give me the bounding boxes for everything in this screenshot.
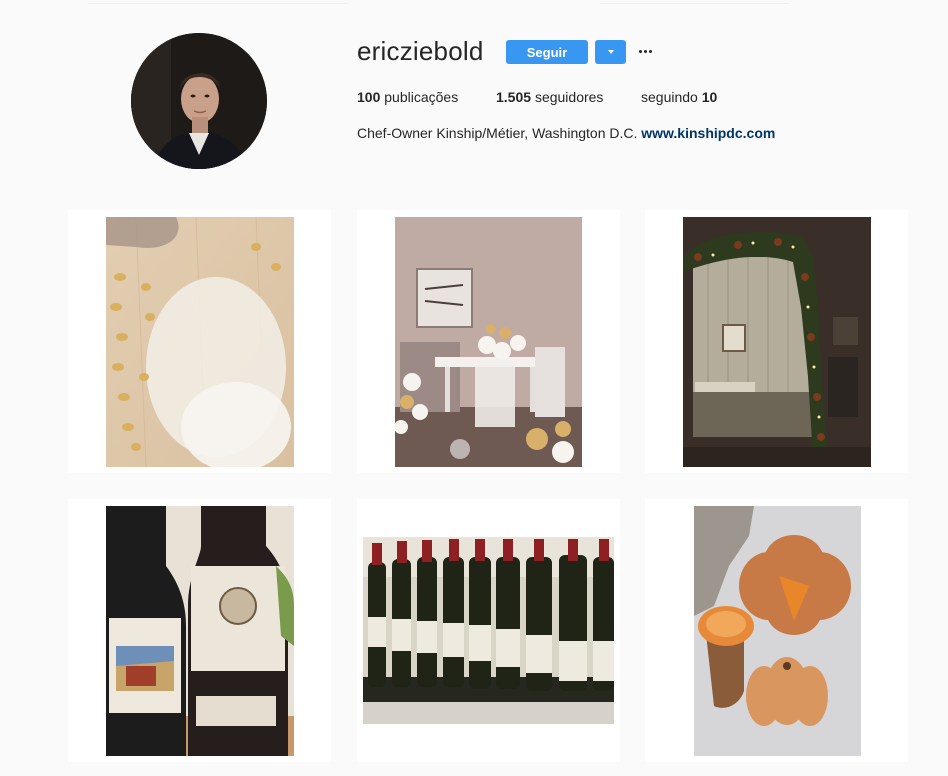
top-divider-right xyxy=(600,0,790,4)
posts-count: 100 xyxy=(357,89,381,105)
username: ericziebold xyxy=(357,36,484,66)
avatar[interactable] xyxy=(131,33,267,169)
profile-bio: Chef-Owner Kinship/Métier, Washington D.… xyxy=(357,125,775,141)
post-image-wine-bottles-row xyxy=(363,537,614,724)
followers-label: seguidores xyxy=(534,89,604,105)
ellipsis-icon xyxy=(638,49,652,53)
follow-button[interactable]: Seguir xyxy=(506,40,588,64)
post-tile[interactable] xyxy=(357,210,620,473)
post-image-dining-room-with-balloons xyxy=(395,217,582,467)
post-image-pumpkins-and-squash xyxy=(694,506,861,756)
avatar-photo xyxy=(131,33,267,169)
post-tile[interactable] xyxy=(645,499,908,762)
post-tile[interactable] xyxy=(357,499,620,762)
more-options-button[interactable] xyxy=(635,42,655,60)
chevron-down-icon xyxy=(607,50,614,54)
following-label: seguindo xyxy=(641,89,698,105)
posts-label: publicações xyxy=(384,89,459,105)
post-tile[interactable] xyxy=(68,499,331,762)
suggestions-dropdown-button[interactable] xyxy=(595,40,626,64)
followers-stat[interactable]: 1.505 seguidores xyxy=(496,89,603,105)
following-stat[interactable]: seguindo 10 xyxy=(641,89,717,105)
post-tile[interactable] xyxy=(645,210,908,473)
post-tile[interactable] xyxy=(68,210,331,473)
followers-count: 1.505 xyxy=(496,89,532,105)
post-image-holiday-garland-archway xyxy=(683,217,871,467)
post-image-wine-bottles-pair xyxy=(106,506,294,756)
bio-link[interactable]: www.kinshipdc.com xyxy=(641,125,775,141)
following-count: 10 xyxy=(701,89,718,105)
post-image-pasta-and-flour xyxy=(106,217,294,467)
top-divider-left xyxy=(88,0,348,4)
posts-stat: 100 publicações xyxy=(357,89,458,105)
bio-text: Chef-Owner Kinship/Métier, Washington D.… xyxy=(357,125,638,141)
